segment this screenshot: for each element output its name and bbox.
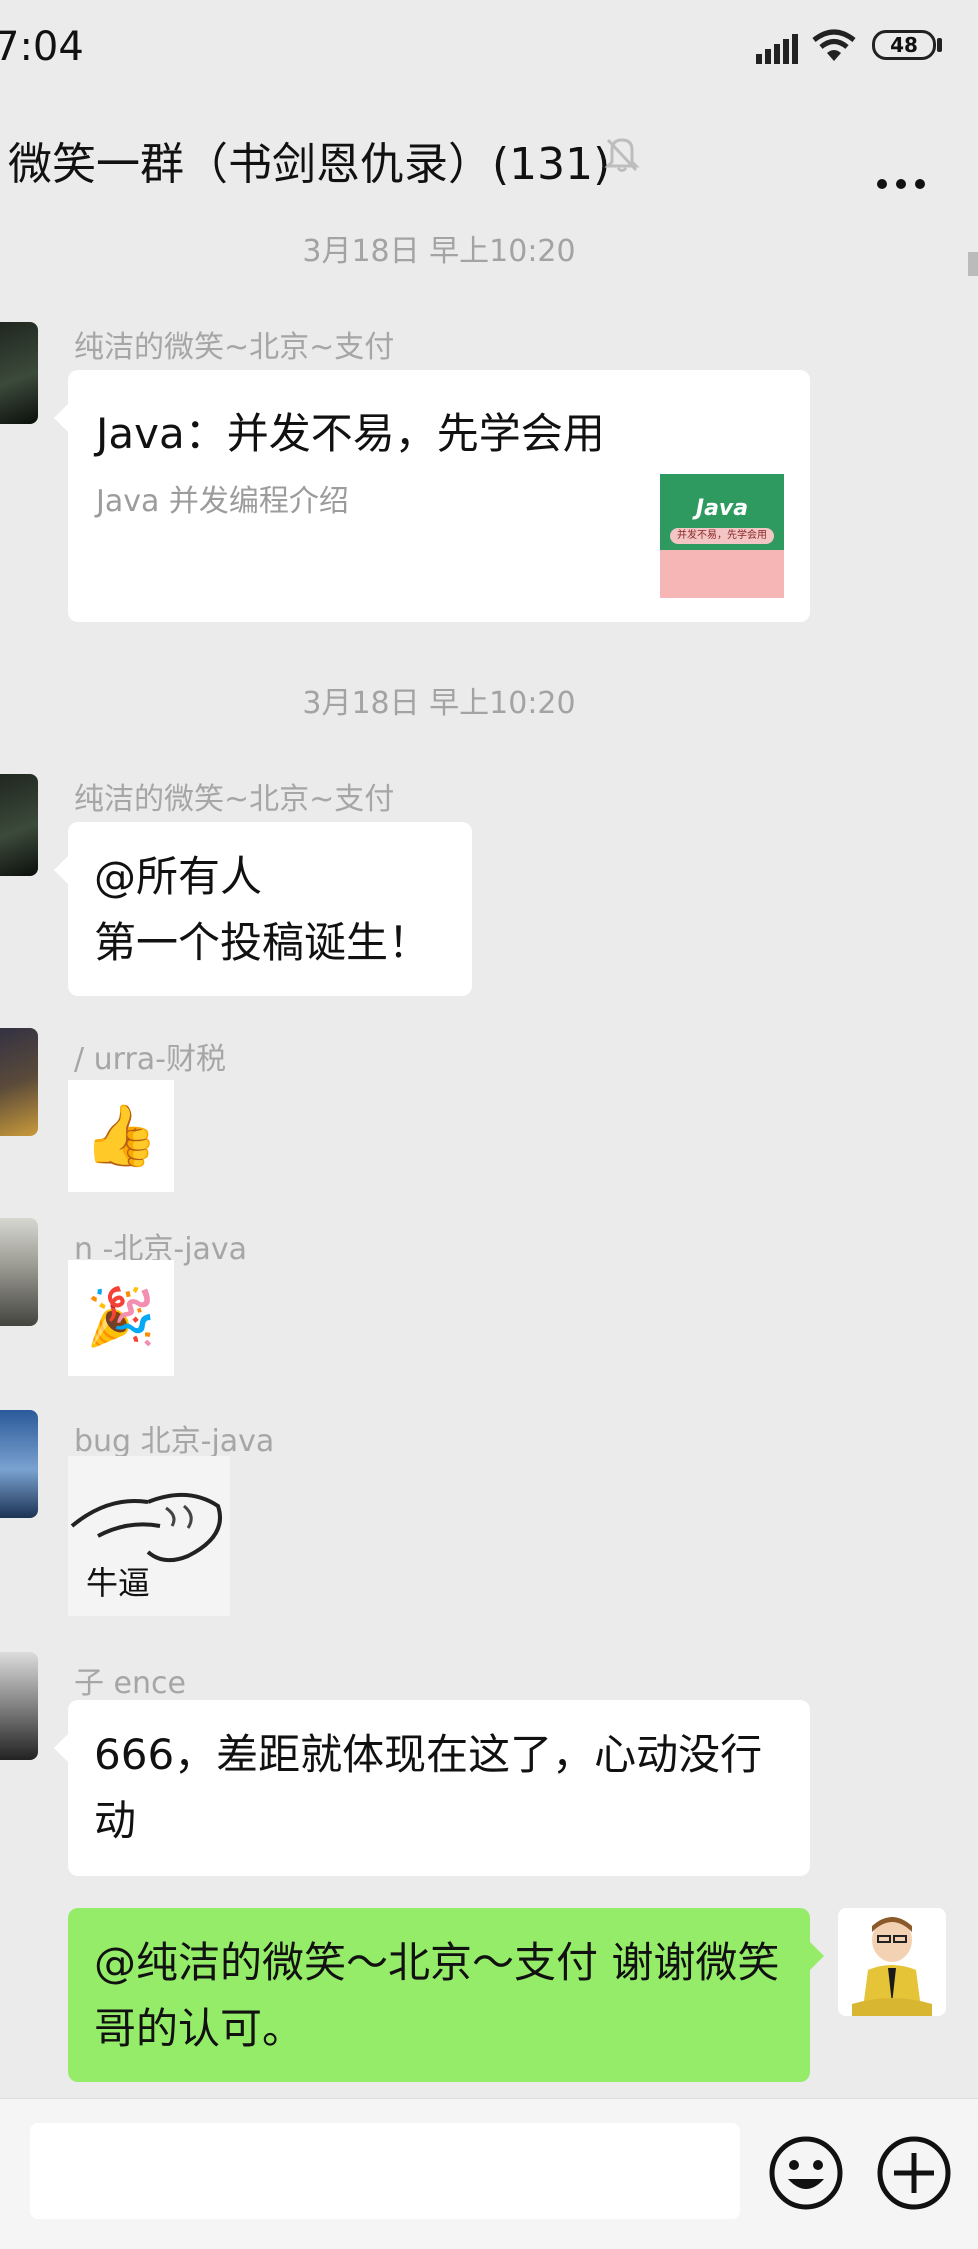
sender-name: bug 北京-java <box>74 1424 275 1459</box>
emoji-sticker[interactable]: 👍 <box>68 1080 174 1192</box>
status-bar: 7:04 48 <box>0 0 978 100</box>
thumbnail-title: Java <box>695 496 749 521</box>
plus-circle-icon[interactable] <box>876 2135 952 2211</box>
chat-header: 微笑一群（书剑恩仇录）(131) <box>0 100 978 210</box>
link-title: Java：并发不易，先学会用 <box>96 409 605 458</box>
bell-off-icon <box>604 138 640 172</box>
message-text: @纯洁的微笑～北京～支付 谢谢微笑哥的认可。 <box>94 1938 780 2053</box>
sender-name: / urra-财税 <box>74 1042 227 1077</box>
sender-name: 纯洁的微笑~北京~支付 <box>74 330 395 365</box>
scrollbar[interactable] <box>968 252 978 276</box>
battery-icon: 48 <box>872 30 936 60</box>
wifi-icon <box>812 29 856 61</box>
message-bubble[interactable]: 666，差距就体现在这了，心动没行动 <box>54 1700 810 1876</box>
thumbnail-art <box>660 550 784 598</box>
link-thumbnail: Java 并发不易，先学会用 <box>660 474 784 598</box>
message-bubble[interactable]: @所有人 第一个投稿诞生！ <box>54 822 472 996</box>
meme-sticker[interactable]: 牛逼 <box>68 1456 230 1616</box>
avatar[interactable] <box>0 1218 38 1326</box>
more-icon[interactable] <box>876 150 926 201</box>
sender-name: 纯洁的微笑~北京~支付 <box>74 782 395 817</box>
emoji-sticker[interactable]: 🎉 <box>68 1260 174 1376</box>
message-text: 666，差距就体现在这了，心动没行动 <box>94 1730 763 1845</box>
clock: 7:04 <box>0 24 84 70</box>
message-line: @所有人 <box>94 852 263 901</box>
avatar[interactable] <box>0 1652 38 1760</box>
self-avatar[interactable] <box>838 1908 946 2016</box>
chat-title[interactable]: 微笑一群（书剑恩仇录）(131) <box>8 128 610 192</box>
thumbnail-caption: 并发不易，先学会用 <box>670 528 774 544</box>
sticker-caption: 牛逼 <box>86 1564 151 1602</box>
link-description: Java 并发编程介绍 <box>96 484 349 519</box>
avatar[interactable] <box>0 322 38 424</box>
battery-tip <box>937 38 942 52</box>
self-message-bubble[interactable]: @纯洁的微笑～北京～支付 谢谢微笑哥的认可。 <box>68 1908 824 2082</box>
link-card[interactable]: Java：并发不易，先学会用 Java 并发编程介绍 Java 并发不易，先学会… <box>54 370 810 622</box>
emoji-icon[interactable] <box>768 2135 844 2211</box>
message-input[interactable] <box>30 2123 740 2219</box>
avatar[interactable] <box>0 1028 38 1136</box>
timestamp: 3月18日 早上10:20 <box>302 234 576 269</box>
timestamp: 3月18日 早上10:20 <box>302 686 576 721</box>
message-line: 第一个投稿诞生！ <box>94 918 431 967</box>
avatar[interactable] <box>0 774 38 876</box>
input-bar <box>0 2098 978 2249</box>
sender-name: 子 ence <box>74 1666 186 1701</box>
avatar[interactable] <box>0 1410 38 1518</box>
signal-icon <box>756 34 798 64</box>
